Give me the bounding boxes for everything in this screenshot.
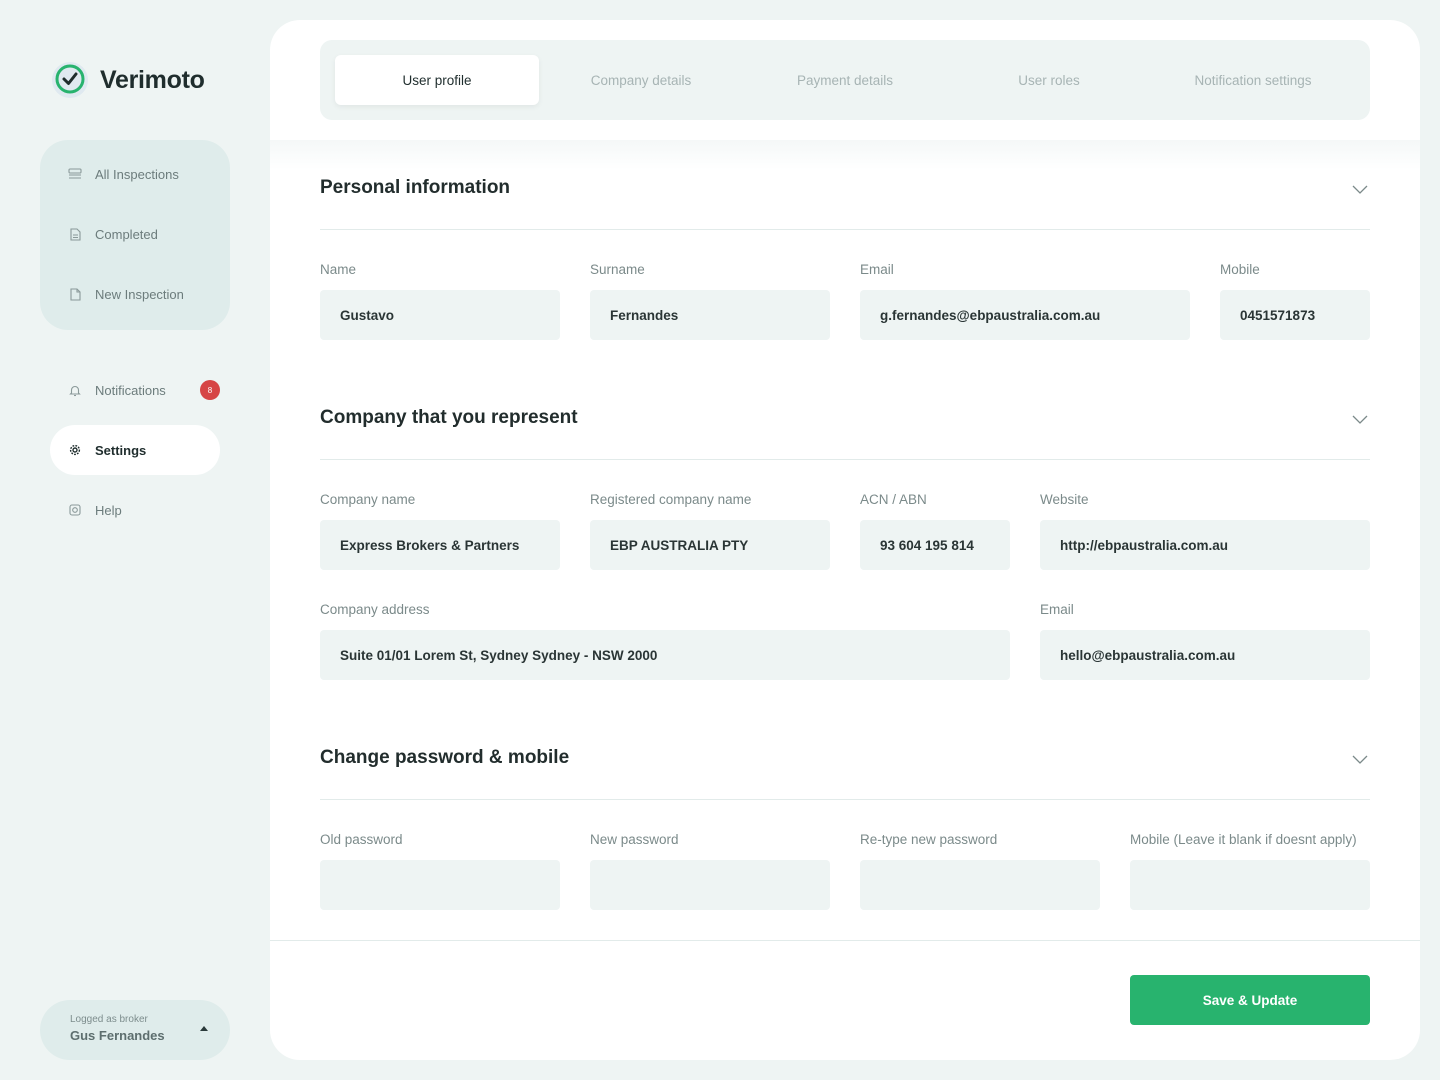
tab-notification-settings[interactable]: Notification settings [1151,55,1355,105]
company-email-field[interactable]: hello@ebpaustralia.com.au [1040,630,1370,680]
nav-all-inspections[interactable]: All Inspections [40,154,230,194]
tab-payment-details[interactable]: Payment details [743,55,947,105]
nav-completed[interactable]: Completed [40,214,230,254]
footer-divider [270,940,1420,941]
chevron-down-icon[interactable] [1352,755,1368,765]
nav-label: Help [95,502,122,518]
email-field[interactable]: g.fernandes@ebpaustralia.com.au [860,290,1190,340]
mobile-label: Mobile [1220,262,1260,277]
document-check-icon [68,227,82,241]
logo[interactable]: Verimoto [52,62,205,98]
divider [320,459,1370,460]
section-title-company: Company that you represent [320,407,578,428]
tab-company-details[interactable]: Company details [539,55,743,105]
section-title-password: Change password & mobile [320,747,570,768]
old-password-field[interactable] [320,860,560,910]
company-address-label: Company address [320,602,430,617]
name-field[interactable]: Gustavo [320,290,560,340]
registered-name-field[interactable]: EBP AUSTRALIA PTY [590,520,830,570]
surname-field[interactable]: Fernandes [590,290,830,340]
sidebar: Verimoto All Inspections Completed New I… [0,0,270,1080]
acn-abn-field[interactable]: 93 604 195 814 [860,520,1010,570]
website-label: Website [1040,492,1089,507]
user-role-caption: Logged as broker [70,1014,148,1025]
nav-label: Completed [95,226,158,242]
gear-icon [68,443,82,457]
document-icon [68,287,82,301]
company-email-label: Email [1040,602,1074,617]
help-icon [68,503,82,517]
nav-new-inspection[interactable]: New Inspection [40,274,230,314]
retype-password-label: Re-type new password [860,832,998,847]
settings-tabs: User profile Company details Payment det… [320,40,1370,120]
nav-label: Notifications [95,382,166,398]
new-mobile-field[interactable] [1130,860,1370,910]
bell-icon [68,383,82,397]
caret-up-icon [200,1026,208,1031]
new-password-field[interactable] [590,860,830,910]
tab-user-profile[interactable]: User profile [335,55,539,105]
notification-count-badge: 8 [200,380,220,400]
divider [320,799,1370,800]
inbox-icon [68,167,82,181]
old-password-label: Old password [320,832,403,847]
registered-name-label: Registered company name [590,492,752,507]
company-name-field[interactable]: Express Brokers & Partners [320,520,560,570]
retype-password-field[interactable] [860,860,1100,910]
email-label: Email [860,262,894,277]
name-label: Name [320,262,357,277]
chevron-down-icon[interactable] [1352,415,1368,425]
nav-settings[interactable]: Settings [50,425,220,475]
logo-check-icon [52,62,88,98]
company-name-label: Company name [320,492,416,507]
app-name: Verimoto [100,65,205,94]
new-password-label: New password [590,832,679,847]
nav-notifications[interactable]: Notifications 8 [40,370,230,410]
user-menu[interactable]: Logged as broker Gus Fernandes [40,1000,230,1060]
settings-panel: User profile Company details Payment det… [270,20,1420,1060]
chevron-down-icon[interactable] [1352,185,1368,195]
save-update-button[interactable]: Save & Update [1130,975,1370,1025]
nav-label: Settings [95,442,147,458]
surname-label: Surname [590,262,645,277]
new-mobile-label: Mobile (Leave it blank if doesnt apply) [1130,832,1357,847]
mobile-field[interactable]: 0451571873 [1220,290,1370,340]
section-title-personal: Personal information [320,177,511,198]
divider [320,229,1370,230]
website-field[interactable]: http://ebpaustralia.com.au [1040,520,1370,570]
tab-user-roles[interactable]: User roles [947,55,1151,105]
nav-label: New Inspection [95,286,184,302]
acn-abn-label: ACN / ABN [860,492,927,507]
company-address-field[interactable]: Suite 01/01 Lorem St, Sydney Sydney - NS… [320,630,1010,680]
nav-help[interactable]: Help [40,490,230,530]
tabs-shadow [270,140,1420,170]
nav-label: All Inspections [95,166,179,182]
inspections-nav-group: All Inspections Completed New Inspection [40,140,230,330]
